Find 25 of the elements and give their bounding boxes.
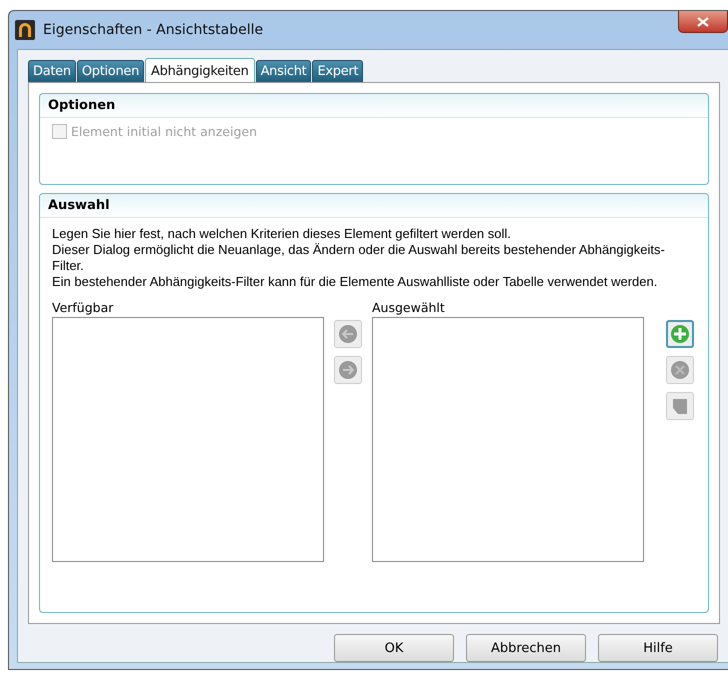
dialog-button[interactable]: Abbrechen [466, 634, 586, 662]
tab[interactable]: Daten [28, 60, 76, 82]
dialog-button[interactable]: OK [334, 634, 454, 662]
group-title: Optionen [40, 94, 708, 118]
app-logo-icon [15, 20, 35, 40]
x-circle-icon [670, 360, 690, 380]
dialog-button[interactable]: Hilfe [598, 634, 718, 662]
group-title: Auswahl [40, 194, 708, 218]
plus-icon [670, 324, 690, 344]
arrow-left-icon [338, 324, 358, 344]
list-label: Ausgewählt [372, 300, 446, 315]
close-button[interactable] [678, 11, 728, 33]
sheet-icon [670, 396, 690, 416]
description-text: Legen Sie hier fest, nach welchen Kriterien dieses Element gefiltert werden soll. [52, 226, 512, 242]
list-label: Verfügbar [52, 300, 114, 315]
tab[interactable]: Expert [312, 60, 364, 82]
close-icon [697, 16, 709, 26]
tab[interactable]: Optionen [76, 60, 144, 82]
window-title: Eigenschaften - Ansichtstabelle [43, 22, 264, 38]
arrow-right-icon [338, 360, 358, 380]
description-text: Ein bestehender Abhängigkeits-Filter kann für die Elemente Auswahlliste oder Tabelle verwendet werden. [52, 274, 658, 290]
tab[interactable]: Ansicht [256, 60, 312, 82]
add-button[interactable] [666, 320, 694, 348]
tab[interactable]: Abhängigkeiten [145, 58, 255, 82]
description-text: Dieser Dialog ermöglicht die Neuanlage, das Ändern oder die Auswahl bereits bestehender Abhängigkeits-Filter. [52, 242, 666, 274]
